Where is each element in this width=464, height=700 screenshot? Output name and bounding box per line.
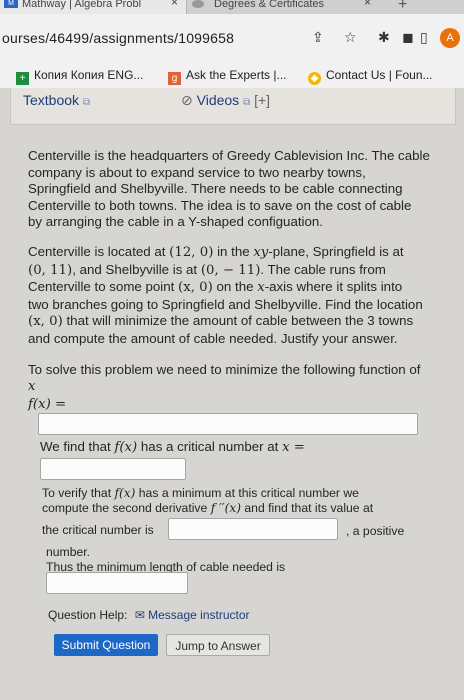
assignment-page: Textbook ⧉ ⊘ Videos ⧉ [+] Centerville is… — [0, 88, 464, 700]
bookmark-label: Ask the Experts |... — [186, 68, 287, 82]
critical-number-text: We find that f(x) has a critical number … — [40, 439, 305, 455]
videos-link[interactable]: ⊘ Videos ⧉ [+] — [181, 92, 270, 109]
close-tab-icon[interactable]: × — [171, 0, 178, 8]
critical-value-label: the critical number is — [42, 523, 154, 537]
ask-experts-icon: g — [168, 72, 181, 85]
bookmark-item[interactable]: g Ask the Experts |... — [168, 68, 287, 85]
plus-icon: + — [16, 72, 29, 85]
tab-title: Degrees & Certificates — [214, 0, 325, 10]
site-favicon-icon — [192, 0, 204, 8]
min-length-input[interactable] — [46, 572, 188, 594]
bookmark-item[interactable]: ◆ Contact Us | Foun... — [308, 68, 433, 85]
browser-tab-bar: M Mathway | Algebra Probl × Degrees & Cer… — [0, 0, 464, 14]
external-link-icon: ⧉ — [82, 97, 91, 108]
sidebar-icon[interactable]: ▯ — [420, 29, 428, 46]
external-link-icon: ⧉ — [243, 97, 251, 108]
positive-label: , a positive — [346, 524, 405, 538]
problem-paragraph-2: Centerville is located at (12, 0) in the… — [28, 244, 423, 346]
mail-icon: ✉ — [134, 608, 145, 622]
second-derivative-text: To verify that f(x) has a minimum at thi… — [42, 486, 374, 515]
url-field[interactable]: ourses/46499/assignments/1099658 — [2, 30, 234, 46]
foundation-icon: ◆ — [308, 72, 321, 85]
address-bar-row: ourses/46499/assignments/1099658 ⇪ ☆ ✱ ◼… — [0, 14, 464, 65]
min-length-text: number. Thus the minimum length of cable… — [46, 545, 286, 574]
submit-question-button[interactable]: Submit Question — [54, 634, 158, 656]
profile-avatar[interactable]: A — [440, 28, 460, 48]
share-icon[interactable]: ⇪ — [312, 29, 324, 46]
tab-title: Mathway | Algebra Probl — [22, 0, 142, 10]
bookmarks-bar: + Копия Копия ENG... g Ask the Experts |..… — [0, 64, 464, 89]
minimize-instructions: To solve this problem we need to minimiz… — [28, 362, 421, 413]
problem-paragraph-1: Centerville is the headquarters of Greed… — [28, 148, 430, 230]
textbook-link[interactable]: Textbook ⧉ — [23, 92, 90, 108]
extension-icon[interactable]: ✱ — [378, 29, 390, 46]
second-derivative-input[interactable] — [168, 518, 338, 540]
close-tab-icon[interactable]: × — [364, 0, 371, 8]
question-help: Question Help: ✉ Message instructor — [48, 608, 250, 622]
mathway-favicon-icon: M — [4, 0, 18, 8]
tab-degrees[interactable]: Degrees & Certificates × — [188, 0, 388, 14]
critical-number-input[interactable] — [40, 458, 186, 480]
bookmark-label: Копия Копия ENG... — [34, 68, 144, 82]
new-tab-icon[interactable]: + — [398, 0, 407, 14]
bookmark-star-icon[interactable]: ☆ — [344, 29, 357, 46]
message-instructor-link[interactable]: ✉ Message instructor — [135, 608, 250, 622]
fx-answer-input[interactable] — [38, 413, 418, 435]
fx-label: f(x) = — [28, 397, 67, 413]
resources-box: Textbook ⧉ ⊘ Videos ⧉ [+] — [10, 88, 456, 125]
reading-list-icon[interactable]: ◼ — [402, 29, 414, 46]
paperclip-icon: ⊘ — [181, 92, 193, 108]
expand-more[interactable]: [+] — [254, 92, 270, 108]
bookmark-item[interactable]: + Копия Копия ENG... — [16, 68, 143, 85]
tab-mathway[interactable]: M Mathway | Algebra Probl × — [0, 0, 187, 14]
jump-to-answer-button[interactable]: Jump to Answer — [166, 634, 270, 656]
bookmark-label: Contact Us | Foun... — [326, 68, 433, 82]
